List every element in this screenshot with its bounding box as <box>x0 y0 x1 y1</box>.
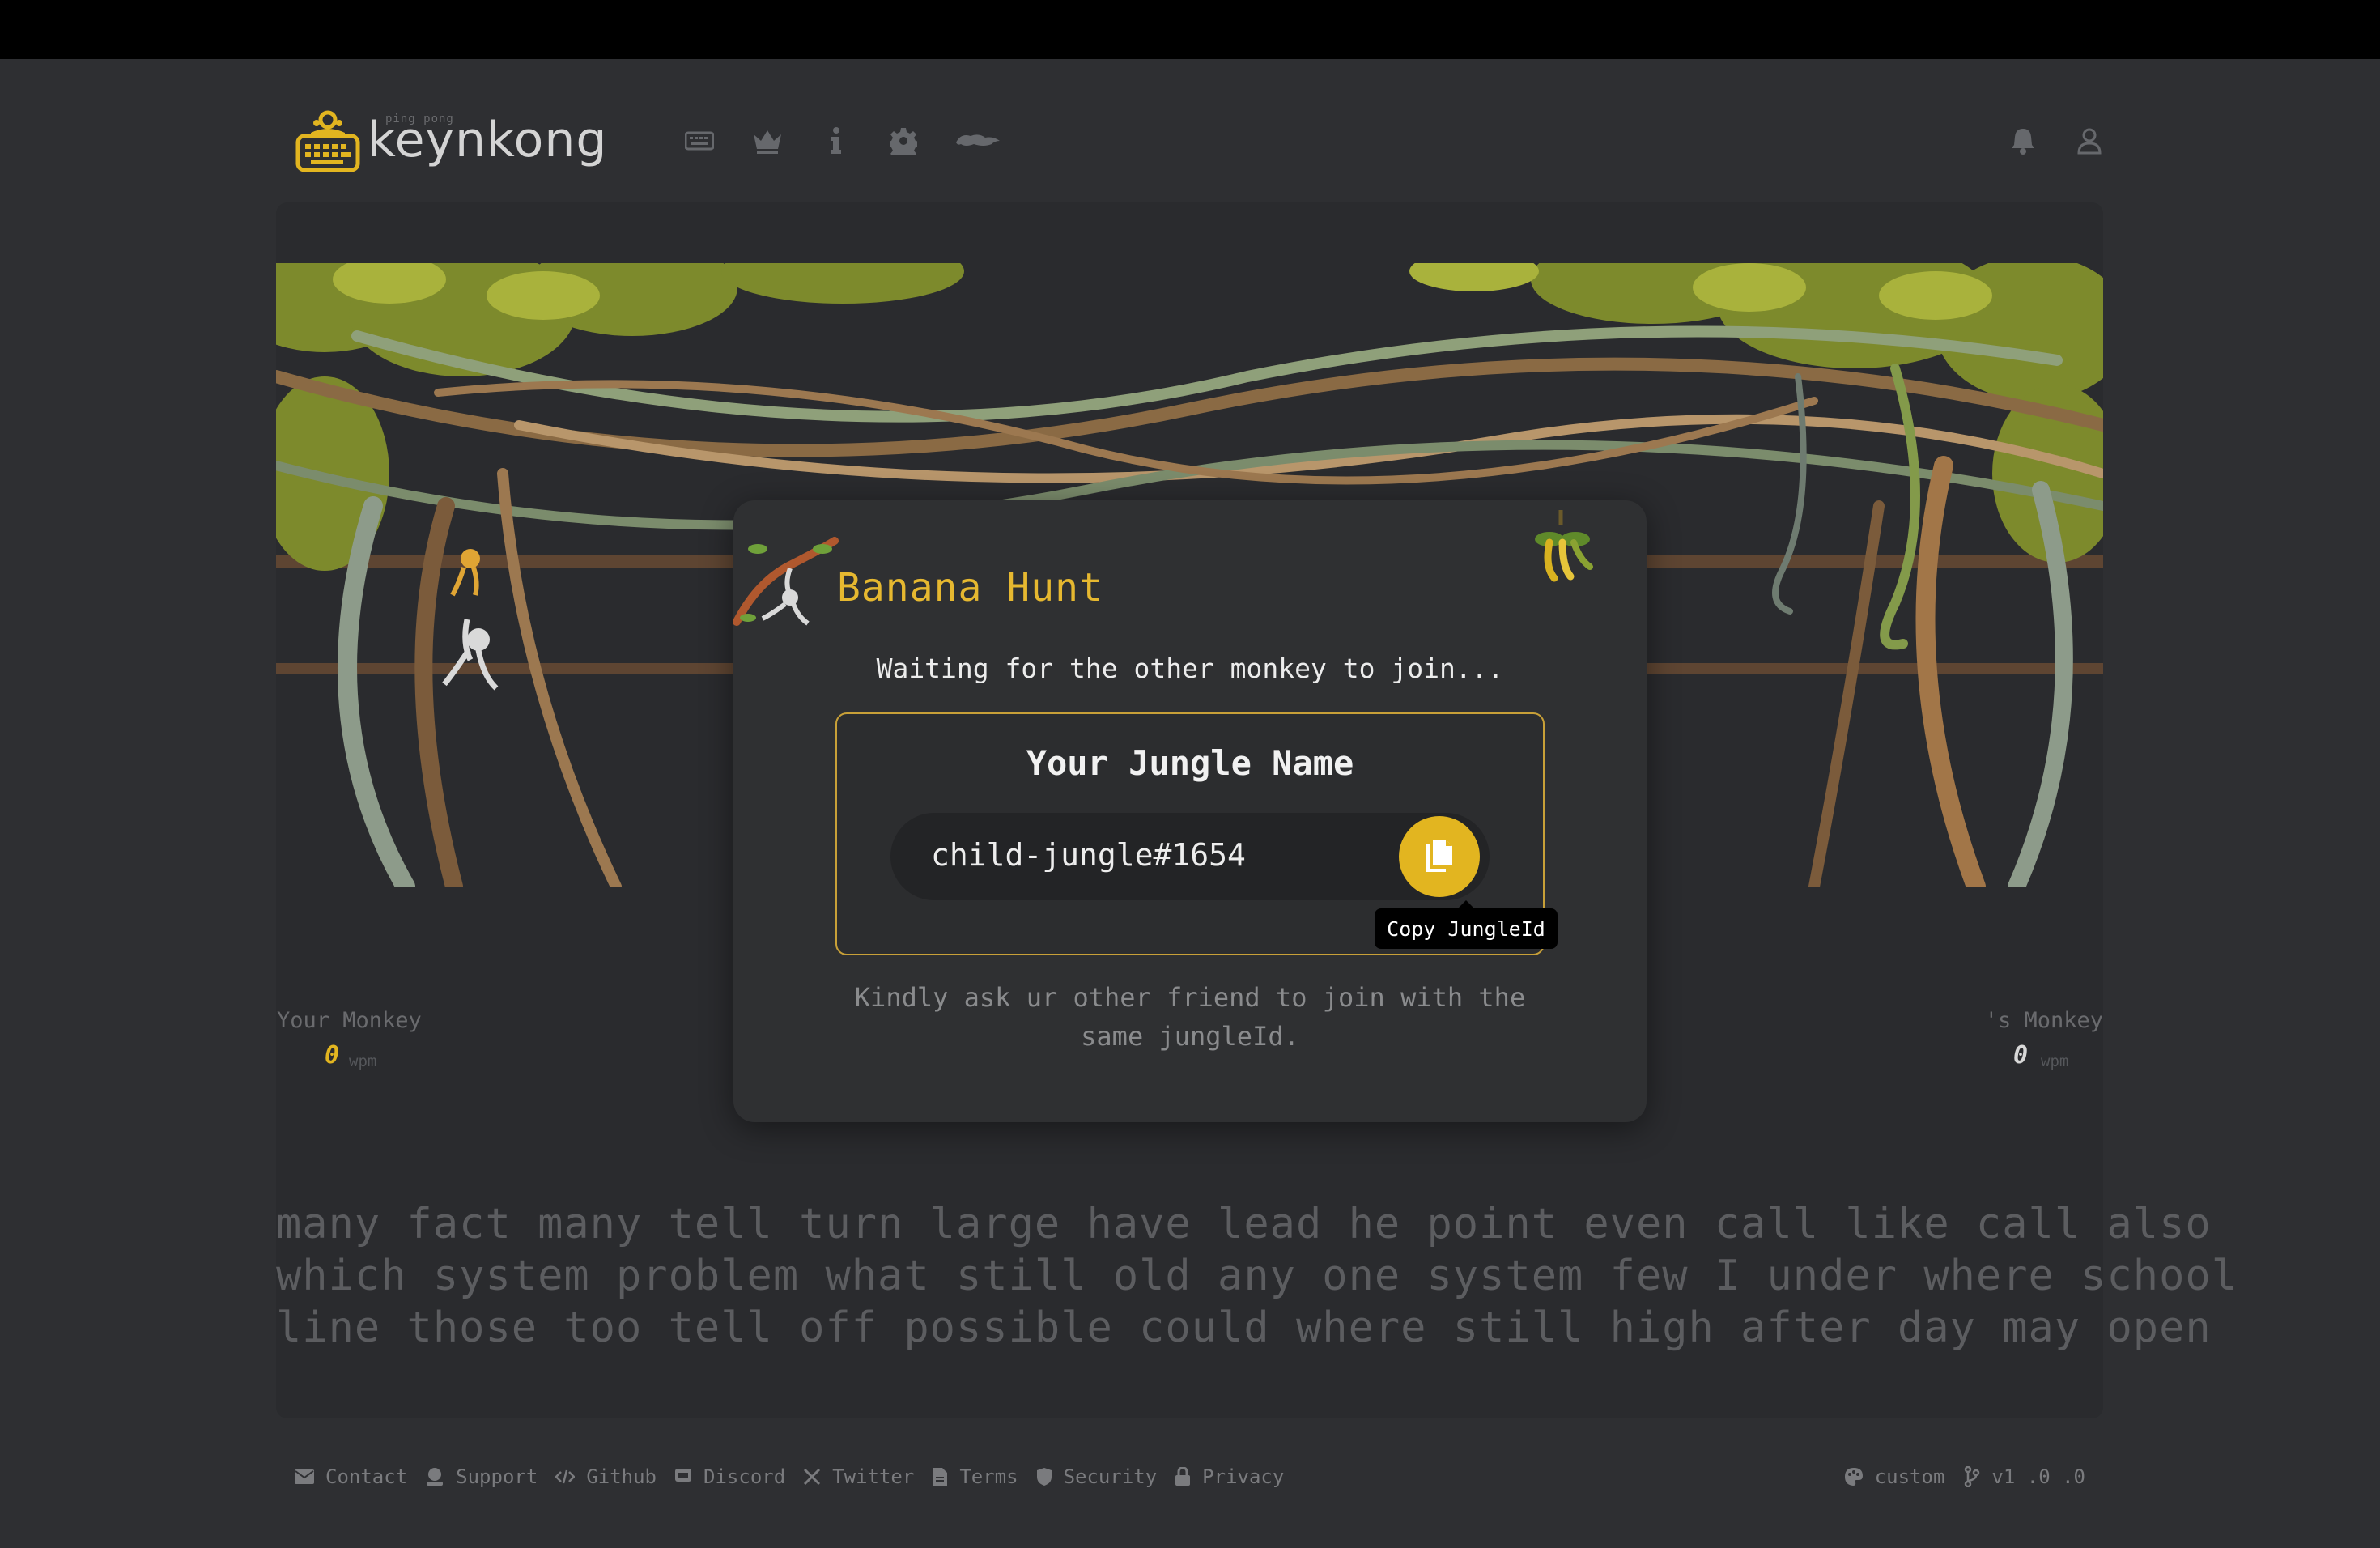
theme-selector[interactable]: custom <box>1844 1465 1945 1488</box>
words-line: line those too tell off possible could w… <box>276 1303 2212 1352</box>
footer-link-label: Github <box>586 1465 657 1488</box>
typing-words[interactable]: many fact many tell turn large have lead… <box>276 1198 2238 1354</box>
code-icon <box>555 1469 576 1484</box>
envelope-icon <box>295 1469 314 1484</box>
footer-twitter-link[interactable]: Twitter <box>803 1465 914 1488</box>
version-link[interactable]: v1 .0 .0 <box>1964 1465 2085 1488</box>
git-branch-icon <box>1965 1466 1980 1487</box>
banana-hunt-modal: Banana Hunt Waiting for the other monkey… <box>733 500 1647 1122</box>
logo-tagline: ping pong <box>385 113 454 125</box>
lock-icon <box>1175 1467 1191 1486</box>
footer-link-label: Discord <box>703 1465 786 1488</box>
your-wpm-unit: wpm <box>349 1053 377 1070</box>
your-wpm-value: 0 <box>325 1041 340 1070</box>
footer-github-link[interactable]: Github <box>555 1465 657 1488</box>
words-line: many fact many tell turn large have lead… <box>276 1200 2212 1248</box>
footer: Contact Support Github Discord Twitter T… <box>295 1459 2085 1495</box>
footer-support-link[interactable]: Support <box>425 1465 538 1488</box>
version-label: v1 .0 .0 <box>1991 1465 2085 1488</box>
footer-contact-link[interactable]: Contact <box>295 1465 407 1488</box>
footer-link-label: Terms <box>959 1465 1018 1488</box>
monkey-icon[interactable] <box>954 123 1002 159</box>
palette-icon <box>1844 1468 1863 1486</box>
keyboard-icon[interactable] <box>682 123 717 159</box>
header-right-icons <box>2004 118 2108 164</box>
gear-icon[interactable] <box>886 123 921 159</box>
footer-security-link[interactable]: Security <box>1036 1465 1158 1488</box>
your-monkey-label: Your Monkey <box>277 1008 422 1033</box>
other-wpm-unit: wpm <box>2041 1053 2069 1070</box>
logo[interactable]: ping pong keynkong <box>295 96 608 185</box>
jungle-id-value: child-jungle#1654 <box>931 837 1246 873</box>
words-line: which system problem what still old any … <box>276 1252 2238 1300</box>
copy-icon <box>1426 840 1452 872</box>
crown-icon[interactable] <box>750 123 785 159</box>
donate-icon <box>427 1468 444 1486</box>
footer-link-label: Twitter <box>832 1465 915 1488</box>
footer-link-label: Contact <box>325 1465 408 1488</box>
shield-icon <box>1036 1468 1052 1486</box>
x-icon <box>804 1468 821 1486</box>
footer-privacy-link[interactable]: Privacy <box>1175 1465 1284 1488</box>
footer-terms-link[interactable]: Terms <box>932 1465 1018 1488</box>
footer-link-label: Privacy <box>1202 1465 1285 1488</box>
footer-link-label: Security <box>1063 1465 1158 1488</box>
keyboard-monkey-logo-icon <box>295 105 361 175</box>
jungle-name-title: Your Jungle Name <box>1026 743 1354 783</box>
copy-tooltip: Copy JungleId <box>1375 900 1558 949</box>
header: ping pong keynkong <box>295 96 2108 185</box>
bell-icon[interactable] <box>2004 123 2042 159</box>
footer-link-label: Support <box>456 1465 538 1488</box>
theme-label: custom <box>1874 1465 1945 1488</box>
info-icon[interactable] <box>818 123 853 159</box>
banana-bunch-icon <box>1517 510 1606 586</box>
top-black-bar <box>0 0 2380 59</box>
jungle-name-box: Your Jungle Name child-jungle#1654 Copy … <box>835 712 1558 955</box>
modal-title: Banana Hunt <box>837 565 1103 610</box>
footer-discord-link[interactable]: Discord <box>674 1465 785 1488</box>
join-hint: Kindly ask ur other friend to join with … <box>854 982 1526 1052</box>
waiting-message: Waiting for the other monkey to join... <box>876 653 1504 684</box>
other-wpm-value: 0 <box>2013 1041 2029 1070</box>
copy-jungle-id-button[interactable] <box>1399 816 1480 897</box>
user-icon[interactable] <box>2071 123 2108 159</box>
chat-icon <box>675 1469 692 1482</box>
other-monkey-label: 's Monkey <box>1984 1008 2103 1033</box>
branch-monkey-icon <box>733 533 839 633</box>
document-icon <box>933 1468 948 1486</box>
main-nav <box>682 118 1002 164</box>
